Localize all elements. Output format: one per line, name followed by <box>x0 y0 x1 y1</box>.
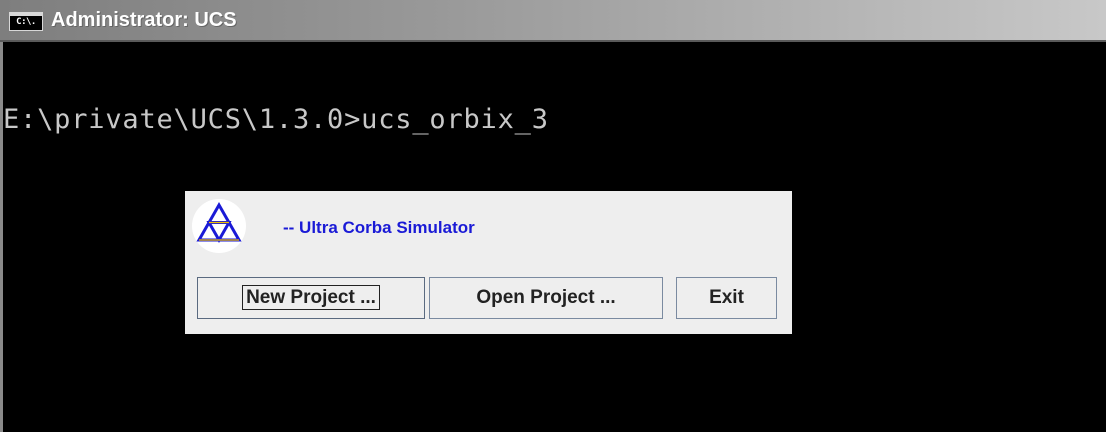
console-window: C:\. Administrator: UCS E:\private\UCS\1… <box>0 0 1106 432</box>
triangle-logo-icon <box>192 199 246 253</box>
open-project-label: Open Project ... <box>476 287 616 308</box>
new-project-label: New Project ... <box>242 285 380 310</box>
command-prompt-line: E:\private\UCS\1.3.0>ucs_orbix_3 <box>3 104 549 135</box>
exit-button[interactable]: Exit <box>676 277 777 319</box>
launcher-dialog: -- Ultra Corba Simulator New Project ...… <box>185 191 792 334</box>
title-bar[interactable]: C:\. Administrator: UCS <box>0 0 1106 42</box>
console-app-icon-text: C:\. <box>16 17 36 27</box>
exit-label: Exit <box>709 287 744 308</box>
window-title: Administrator: UCS <box>51 9 237 31</box>
console-app-icon[interactable]: C:\. <box>9 12 43 31</box>
open-project-button[interactable]: Open Project ... <box>429 277 663 319</box>
app-title: -- Ultra Corba Simulator <box>283 218 475 237</box>
new-project-button[interactable]: New Project ... <box>197 277 425 319</box>
